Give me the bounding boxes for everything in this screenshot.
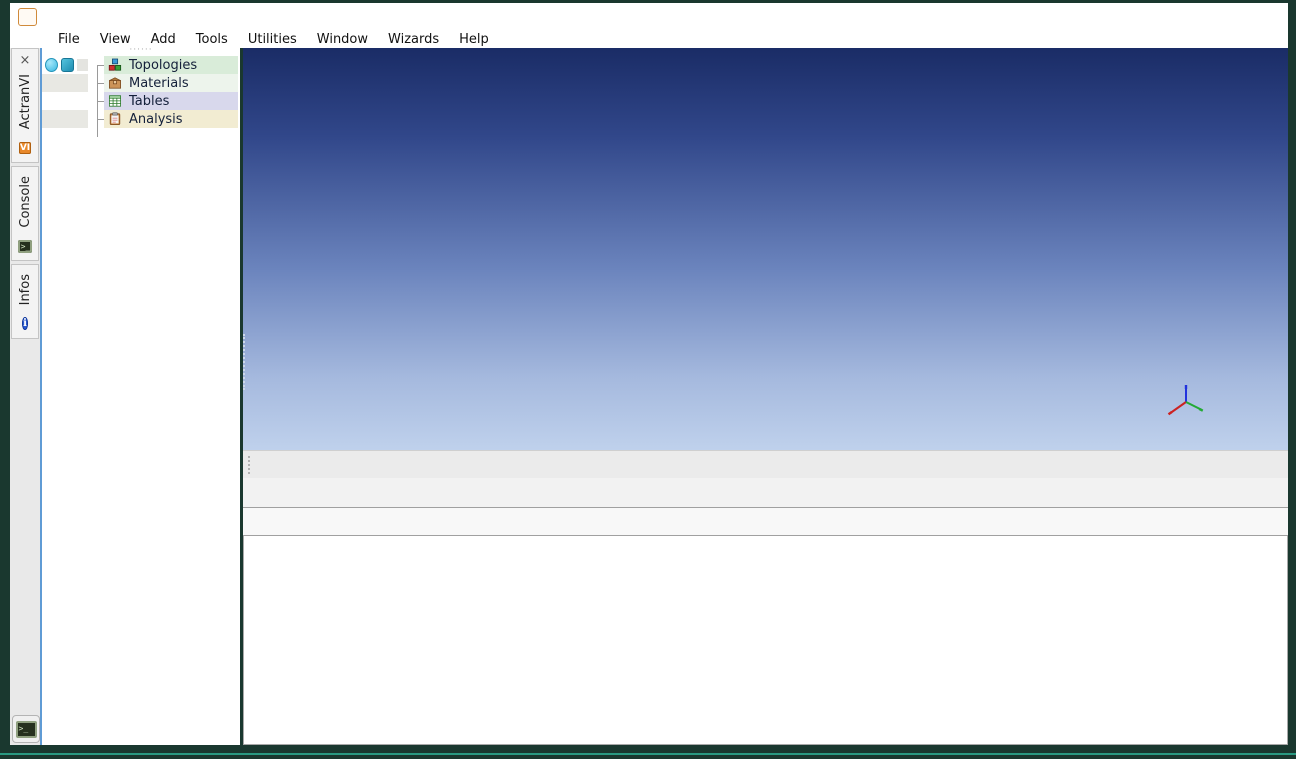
tree-item-label: Tables (129, 93, 170, 109)
tree-item-block: Materials (104, 74, 238, 92)
meshing-tools-content (243, 536, 1288, 745)
menu-tools[interactable]: Tools (186, 32, 238, 47)
tree-drag-handle[interactable]: ······ (42, 46, 240, 55)
menu-window[interactable]: Window (307, 32, 378, 47)
close-icon[interactable]: × (20, 54, 31, 68)
tree-item-block: Topologies (104, 56, 238, 74)
vi-icon: VI (18, 142, 32, 155)
blank-cell (77, 59, 88, 71)
tree-item-tables[interactable]: Tables (42, 92, 240, 110)
tree-item-materials[interactable]: Materials (42, 74, 240, 92)
sub-tab-bar (243, 508, 1288, 536)
dock-tab-label: Infos (17, 273, 33, 306)
tree-item-label: Topologies (129, 57, 198, 73)
tree-rows: Topologies Materials Tables Analysis (42, 56, 240, 137)
tree-item-topologies[interactable]: Topologies (42, 56, 240, 74)
tree-item-analysis[interactable]: Analysis (42, 110, 240, 128)
console-launcher-button[interactable]: >_ (12, 715, 40, 743)
tree-item-label: Analysis (129, 111, 183, 127)
tree-gutter (42, 92, 88, 110)
tree-item-block: Tables (104, 92, 238, 110)
main-tab-bar (243, 478, 1288, 508)
cube-topology-icon (61, 58, 74, 72)
tables-icon (107, 93, 123, 109)
sphere-topology-icon (45, 58, 58, 72)
menu-utilities[interactable]: Utilities (238, 32, 307, 47)
dock-tab-label: ActranVI (17, 74, 33, 130)
app-icon (18, 7, 37, 26)
bottom-accent-line (0, 753, 1296, 755)
tree-item-label: Materials (129, 75, 189, 91)
tree-item-block: Analysis (104, 110, 238, 128)
menu-bar: File View Add Tools Utilities Window Wizards He… (10, 30, 1288, 48)
viewport-splitter-handle[interactable] (243, 334, 248, 390)
tree-gutter (42, 56, 88, 74)
title-bar (10, 3, 1288, 30)
viewport-toolbar (243, 450, 1288, 478)
menu-file[interactable]: File (48, 32, 90, 47)
terminal-icon: >_ (17, 234, 33, 253)
terminal-icon: >_ (15, 720, 37, 738)
model-tree-panel: ······ Topologies Materials Tables Analysis (42, 46, 240, 745)
tree-gutter (42, 74, 88, 92)
left-dock: × ActranVI VI Console >_ Infos i (10, 48, 40, 745)
materials-icon (107, 75, 123, 91)
tree-gutter (42, 110, 88, 128)
info-icon: i (22, 317, 28, 331)
topologies-icon (107, 57, 123, 73)
dock-tab-label: Console (17, 176, 33, 228)
dock-tab-infos[interactable]: Infos i (11, 263, 39, 340)
toolbar-drag-handle[interactable] (248, 455, 255, 474)
axis-triad-icon (1167, 385, 1204, 416)
dock-tab-console[interactable]: Console >_ (11, 166, 39, 261)
viewport-3d[interactable] (243, 48, 1288, 450)
analysis-icon (107, 111, 123, 127)
dock-tab-actranvi[interactable]: × ActranVI VI (11, 48, 39, 164)
menu-wizards[interactable]: Wizards (378, 32, 449, 47)
menu-help[interactable]: Help (449, 32, 499, 47)
